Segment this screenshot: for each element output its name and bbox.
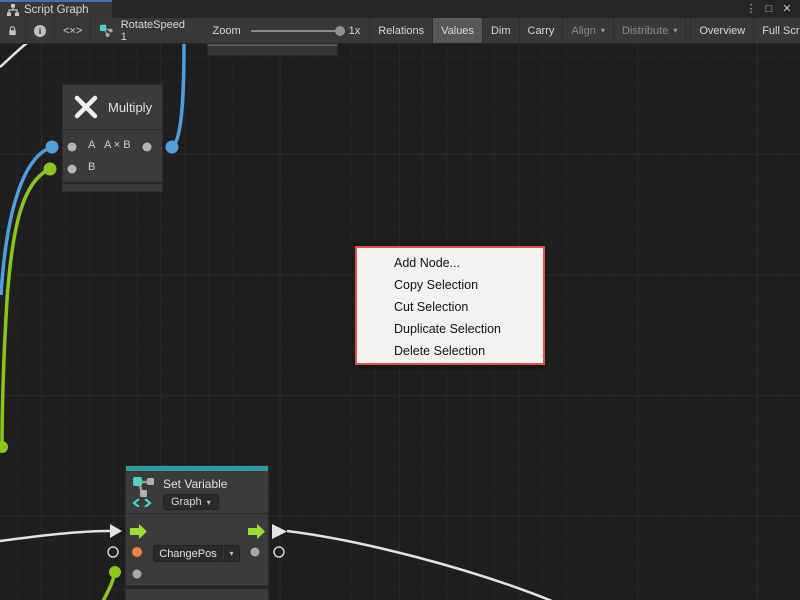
align-dropdown[interactable]: Align ▾ <box>563 18 613 43</box>
full-screen-button[interactable]: Full Screen <box>754 18 800 43</box>
lock-button[interactable] <box>0 18 26 43</box>
maximize-icon[interactable]: □ <box>762 1 776 17</box>
relations-button[interactable]: Relations <box>370 18 433 43</box>
multiply-node-body: A A × B B <box>63 130 162 182</box>
set-variable-title: Set Variable <box>163 477 227 491</box>
menu-item-cut-selection[interactable]: Cut Selection <box>357 296 543 318</box>
zoom-slider-handle[interactable] <box>335 26 345 36</box>
carry-button[interactable]: Carry <box>520 18 564 43</box>
variable-name-dropdown[interactable]: ChangePos <box>153 545 223 562</box>
info-icon: i <box>34 25 46 37</box>
overview-button[interactable]: Overview <box>690 18 754 43</box>
toolbar-buttons: Relations Values Dim Carry Align ▾ Distr… <box>369 18 800 43</box>
lock-icon <box>8 25 17 37</box>
set-variable-body: ChangePos ▾ <box>126 514 268 585</box>
set-variable-header[interactable]: Set Variable Graph ▾ <box>126 471 268 514</box>
graph-toolbar: i <×> RotateSpeed 1 Zoom 1x Relations Va… <box>0 18 800 44</box>
partial-node-under-toolbar[interactable] <box>207 44 338 56</box>
menu-item-copy-selection[interactable]: Copy Selection <box>357 274 543 296</box>
multiply-node-footer <box>63 182 162 191</box>
variable-scope-value: Graph <box>171 496 202 508</box>
menu-item-duplicate-selection[interactable]: Duplicate Selection <box>357 318 543 340</box>
port-label-result: A × B <box>104 139 131 151</box>
variable-scope-dropdown[interactable]: Graph ▾ <box>163 494 219 510</box>
graph-breadcrumb[interactable]: RotateSpeed 1 <box>91 18 196 43</box>
breadcrumb-label: RotateSpeed 1 <box>121 19 187 43</box>
code-toggle-icon: <×> <box>63 25 82 37</box>
script-graph-window: Multiply A A × B B Set Variable Graph ▾ <box>0 0 800 600</box>
port-label-b: B <box>88 161 95 173</box>
variable-name-caret-button[interactable]: ▾ <box>223 545 240 562</box>
port-label-a: A <box>88 139 95 151</box>
chevron-down-icon: ▾ <box>601 26 605 35</box>
multiply-icon <box>73 94 99 120</box>
menu-item-delete-selection[interactable]: Delete Selection <box>357 340 543 362</box>
zoom-control: Zoom 1x <box>197 18 367 43</box>
distribute-label: Distribute <box>622 25 668 37</box>
tab-script-graph[interactable]: Script Graph <box>0 0 112 18</box>
tab-bar: Script Graph ⋮ □ ✕ <box>0 0 800 18</box>
zoom-slider[interactable] <box>251 30 343 32</box>
menu-item-add-node[interactable]: Add Node... <box>357 252 543 274</box>
set-variable-node[interactable]: Set Variable Graph ▾ ChangePos ▾ <box>125 465 269 600</box>
info-button[interactable]: i <box>26 18 55 43</box>
zoom-level: 1x <box>349 25 361 37</box>
window-controls: ⋮ □ ✕ <box>744 0 800 18</box>
dim-button[interactable]: Dim <box>483 18 520 43</box>
align-label: Align <box>571 25 595 37</box>
distribute-dropdown[interactable]: Distribute ▾ <box>614 18 686 43</box>
close-icon[interactable]: ✕ <box>780 1 794 17</box>
set-variable-icon <box>132 475 156 507</box>
chevron-down-icon: ▾ <box>673 26 677 35</box>
code-toggle-button[interactable]: <×> <box>55 18 91 43</box>
context-menu: Add Node... Copy Selection Cut Selection… <box>355 246 545 365</box>
multiply-node[interactable]: Multiply A A × B B <box>62 84 163 192</box>
variable-name-value: ChangePos <box>159 548 217 560</box>
tab-label: Script Graph <box>24 4 89 16</box>
multiply-node-title: Multiply <box>108 100 152 115</box>
set-variable-footer <box>126 589 268 600</box>
window-menu-icon[interactable]: ⋮ <box>744 1 758 17</box>
chevron-down-icon: ▾ <box>207 498 211 507</box>
graph-node-icon <box>100 24 113 38</box>
chevron-down-icon: ▾ <box>229 549 233 558</box>
zoom-label: Zoom <box>213 25 241 37</box>
graph-asset-icon <box>7 4 19 16</box>
multiply-node-header[interactable]: Multiply <box>63 85 162 130</box>
values-button[interactable]: Values <box>433 18 483 43</box>
